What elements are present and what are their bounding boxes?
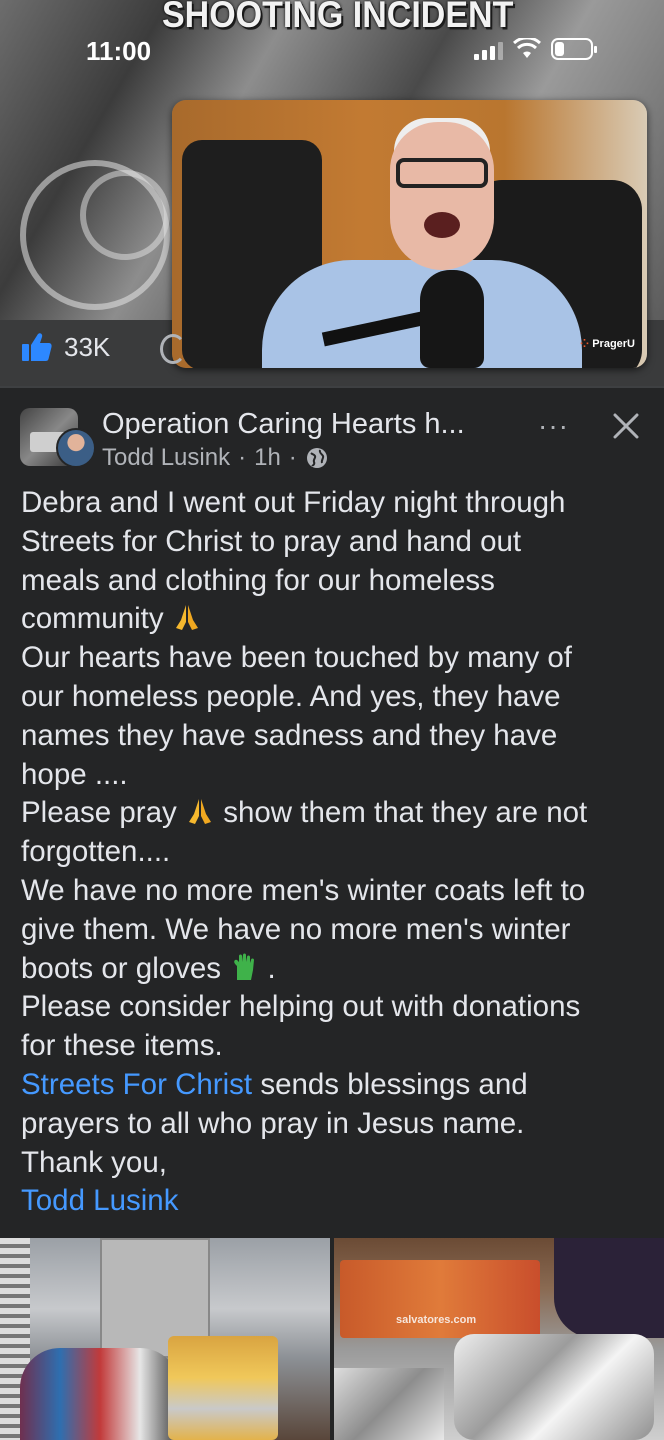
post-avatar[interactable] bbox=[20, 408, 96, 468]
post-text-line: hope .... bbox=[21, 757, 128, 791]
post-text-line: Streets For Christ sends blessings and bbox=[21, 1066, 651, 1105]
post-photo-clothing[interactable] bbox=[0, 1238, 330, 1440]
post-meta: Todd Lusink · 1h · bbox=[102, 444, 329, 472]
comment-icon[interactable] bbox=[160, 334, 186, 364]
post-text-line: for these items. bbox=[21, 1029, 223, 1063]
pip-glasses bbox=[396, 158, 488, 188]
post-text-line: meals and clothing for our homeless bbox=[21, 563, 495, 597]
photo-person bbox=[554, 1238, 664, 1338]
post-text: Please pray bbox=[21, 796, 177, 830]
post-author[interactable]: Todd Lusink bbox=[102, 444, 230, 472]
post-text-line: We have no more men's winter coats left … bbox=[21, 873, 586, 907]
pray-emoji-icon bbox=[189, 799, 211, 825]
meta-separator: · bbox=[238, 444, 247, 471]
wifi-icon bbox=[513, 38, 541, 58]
post-text-line: Debra and I went out Friday night throug… bbox=[21, 486, 566, 519]
post-text-line: our homeless people. And yes, they have bbox=[21, 679, 561, 713]
post-text-line: forgotten.... bbox=[21, 835, 171, 869]
photo-bread bbox=[168, 1336, 278, 1440]
picture-in-picture-video[interactable]: ⁘ PragerU bbox=[172, 100, 647, 368]
post-text-line: Please consider helping out with donatio… bbox=[21, 990, 581, 1024]
close-icon[interactable] bbox=[610, 410, 642, 442]
post-time[interactable]: 1h bbox=[254, 444, 281, 472]
glove-emoji-icon bbox=[234, 953, 255, 980]
like-count[interactable]: 33K bbox=[20, 330, 110, 364]
pray-emoji-icon bbox=[175, 605, 198, 631]
pip-brand-logo: ⁘ PragerU bbox=[579, 338, 635, 350]
post-text: boots or gloves bbox=[21, 951, 222, 985]
post-text-line: give them. We have no more men's winter bbox=[21, 912, 571, 946]
globe-icon bbox=[306, 448, 327, 468]
post-page-name[interactable]: Operation Caring Hearts h... bbox=[102, 408, 465, 441]
status-icons bbox=[474, 38, 597, 60]
author-avatar[interactable] bbox=[56, 428, 96, 468]
todd-lusink-link[interactable]: Todd Lusink bbox=[21, 1182, 651, 1221]
post-text-line: prayers to all who pray in Jesus name. bbox=[21, 1106, 525, 1140]
video-player[interactable]: SHOOTING INCIDENT 11:00 ⁘ PragerU 33K bbox=[0, 0, 664, 388]
post-text-line: community bbox=[21, 600, 651, 639]
video-scribble bbox=[80, 170, 170, 260]
photo-box-label: salvatores.com bbox=[396, 1314, 477, 1326]
photo-clothes bbox=[20, 1348, 180, 1440]
post-photos: salvatores.com bbox=[0, 1238, 664, 1440]
post-text-line: names they have sadness and they have bbox=[21, 718, 558, 752]
pip-mouth bbox=[424, 212, 460, 238]
pip-head bbox=[390, 122, 494, 270]
post-text-line: Please pray show them that they are not bbox=[21, 794, 651, 833]
photo-foil bbox=[454, 1334, 654, 1440]
status-bar: 11:00 bbox=[0, 30, 664, 70]
status-time: 11:00 bbox=[86, 36, 152, 66]
pip-microphone bbox=[420, 270, 484, 368]
more-icon[interactable]: ··· bbox=[538, 410, 569, 442]
thumbs-up-icon bbox=[22, 333, 52, 361]
post-text: show them that they are not bbox=[223, 796, 588, 830]
post-text-line: Our hearts have been touched by many of bbox=[21, 641, 573, 675]
post-text: sends blessings and bbox=[252, 1067, 528, 1101]
battery-icon bbox=[551, 38, 597, 60]
battery-level bbox=[555, 42, 564, 56]
post-body: Debra and I went out Friday night throug… bbox=[21, 484, 651, 1221]
post-text-line: boots or gloves . bbox=[21, 950, 651, 989]
photo-foil bbox=[334, 1368, 444, 1440]
photo-pizza-box bbox=[340, 1260, 540, 1338]
streets-for-christ-link[interactable]: Streets For Christ bbox=[21, 1068, 252, 1101]
like-count-value: 33K bbox=[64, 331, 111, 362]
post-text-line: Thank you, bbox=[21, 1145, 167, 1179]
post-text: community bbox=[21, 602, 164, 636]
divider bbox=[0, 386, 664, 388]
signal-icon bbox=[474, 38, 503, 60]
meta-separator: · bbox=[288, 444, 297, 471]
post-text: . bbox=[267, 951, 276, 985]
post-photo-pizza[interactable]: salvatores.com bbox=[334, 1238, 664, 1440]
post-text-line: Streets for Christ to pray and hand out bbox=[21, 524, 522, 558]
